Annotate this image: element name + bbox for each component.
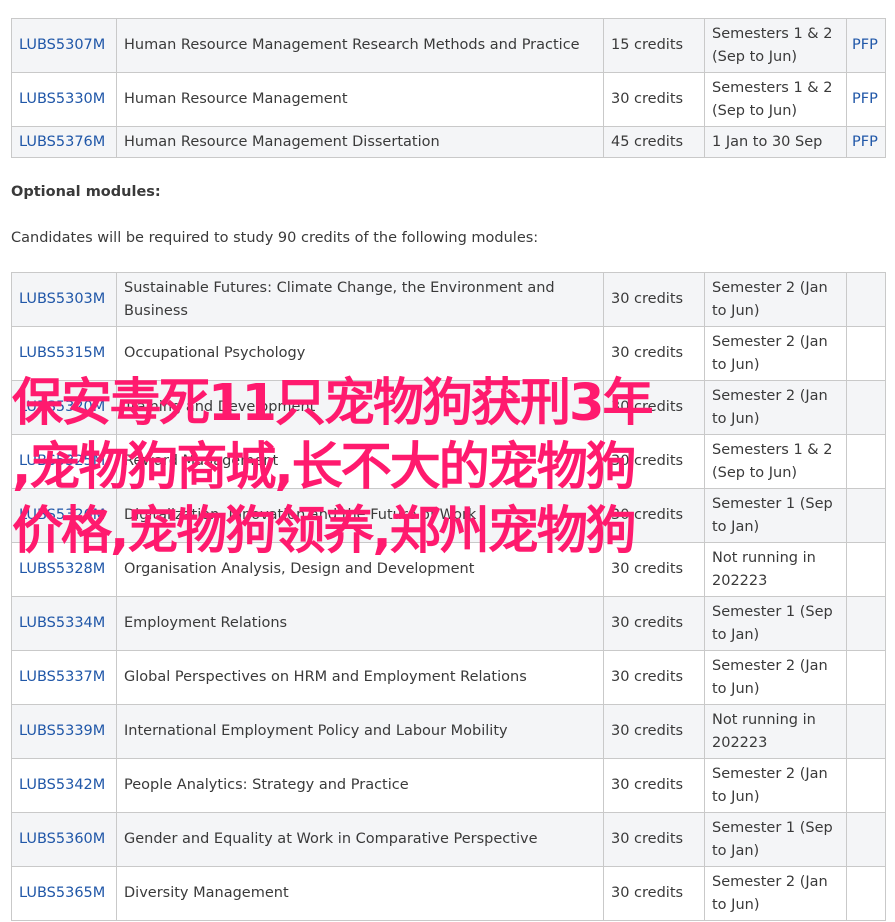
module-code-link[interactable]: LUBS5376M (19, 134, 105, 150)
pfp-link[interactable]: PFP (852, 134, 878, 150)
module-credits: 30 credits (603, 812, 705, 867)
module-credits: 15 credits (603, 18, 705, 73)
pfp-cell-empty (846, 704, 886, 759)
module-running: Semester 2 (Jan to Jun) (704, 272, 847, 327)
module-title: Human Resource Management (116, 72, 604, 127)
module-running: Semester 2 (Jan to Jun) (704, 758, 847, 813)
module-code-link[interactable]: LUBS5334M (19, 615, 105, 631)
table-row: LUBS5307M Human Resource Management Rese… (11, 18, 886, 73)
pfp-cell-empty (846, 596, 886, 651)
module-title: Diversity Management (116, 866, 604, 921)
module-title: International Employment Policy and Labo… (116, 704, 604, 759)
module-running: Semester 1 (Sep to Jan) (704, 596, 847, 651)
table-row: LUBS5334M Employment Relations 30 credit… (11, 596, 886, 651)
module-code-link[interactable]: LUBS5315M (19, 345, 105, 361)
module-code-link[interactable]: LUBS5360M (19, 831, 105, 847)
module-credits: 30 credits (603, 72, 705, 127)
pfp-cell-empty (846, 650, 886, 705)
module-credits: 30 credits (603, 596, 705, 651)
module-running: Semester 2 (Jan to Jun) (704, 866, 847, 921)
module-title: Gender and Equality at Work in Comparati… (116, 812, 604, 867)
module-code-link[interactable]: LUBS5365M (19, 885, 105, 901)
module-code-link[interactable]: LUBS5303M (19, 291, 105, 307)
module-title: Employment Relations (116, 596, 604, 651)
module-running: Semester 2 (Jan to Jun) (704, 650, 847, 705)
table-row: LUBS5365M Diversity Management 30 credit… (11, 866, 886, 921)
table-row: LUBS5376M Human Resource Management Diss… (11, 126, 886, 158)
module-title: Human Resource Management Dissertation (116, 126, 604, 158)
module-code-link[interactable]: LUBS5330M (19, 91, 105, 107)
module-credits: 30 credits (603, 758, 705, 813)
optional-modules-intro: Candidates will be required to study 90 … (11, 230, 539, 246)
module-running: 1 Jan to 30 Sep (704, 126, 847, 158)
core-modules-table: LUBS5307M Human Resource Management Rese… (11, 18, 886, 158)
pfp-cell-empty (846, 866, 886, 921)
module-running: Semester 1 (Sep to Jan) (704, 812, 847, 867)
overlay-line: 保安毒死11只宠物狗获刑3年 (12, 374, 653, 433)
overlay-line: ,宠物狗商城,长不大的宠物狗 (12, 438, 637, 497)
table-row: LUBS5342M People Analytics: Strategy and… (11, 758, 886, 813)
module-credits: 30 credits (603, 704, 705, 759)
pfp-link[interactable]: PFP (852, 37, 878, 53)
module-title: Global Perspectives on HRM and Employmen… (116, 650, 604, 705)
module-credits: 30 credits (603, 866, 705, 921)
module-code-link[interactable]: LUBS5307M (19, 37, 105, 53)
module-title: Human Resource Management Research Metho… (116, 18, 604, 73)
table-row: LUBS5330M Human Resource Management 30 c… (11, 72, 886, 127)
overlay-line: 价格,宠物狗领养,郑州宠物狗 (12, 502, 637, 561)
module-running: Semesters 1 & 2 (Sep to Jun) (704, 18, 847, 73)
module-running: Not running in 202223 (704, 704, 847, 759)
table-row: LUBS5337M Global Perspectives on HRM and… (11, 650, 886, 705)
module-credits: 45 credits (603, 126, 705, 158)
module-title: People Analytics: Strategy and Practice (116, 758, 604, 813)
module-title: Sustainable Futures: Climate Change, the… (116, 272, 604, 327)
overlay-headline: 保安毒死11只宠物狗获刑3年 ,宠物狗商城,长不大的宠物狗 价格,宠物狗领养,郑… (12, 372, 892, 564)
module-code-link[interactable]: LUBS5342M (19, 777, 105, 793)
table-row: LUBS5303M Sustainable Futures: Climate C… (11, 272, 886, 327)
pfp-cell-empty (846, 272, 886, 327)
pfp-link[interactable]: PFP (852, 91, 878, 107)
pfp-cell-empty (846, 758, 886, 813)
module-code-link[interactable]: LUBS5337M (19, 669, 105, 685)
pfp-cell-empty (846, 812, 886, 867)
module-credits: 30 credits (603, 272, 705, 327)
module-code-link[interactable]: LUBS5339M (19, 723, 105, 739)
module-credits: 30 credits (603, 650, 705, 705)
optional-modules-table: LUBS5303M Sustainable Futures: Climate C… (11, 272, 886, 921)
table-row: LUBS5339M International Employment Polic… (11, 704, 886, 759)
optional-modules-heading: Optional modules: (11, 184, 161, 200)
table-row: LUBS5360M Gender and Equality at Work in… (11, 812, 886, 867)
module-running: Semesters 1 & 2 (Sep to Jun) (704, 72, 847, 127)
